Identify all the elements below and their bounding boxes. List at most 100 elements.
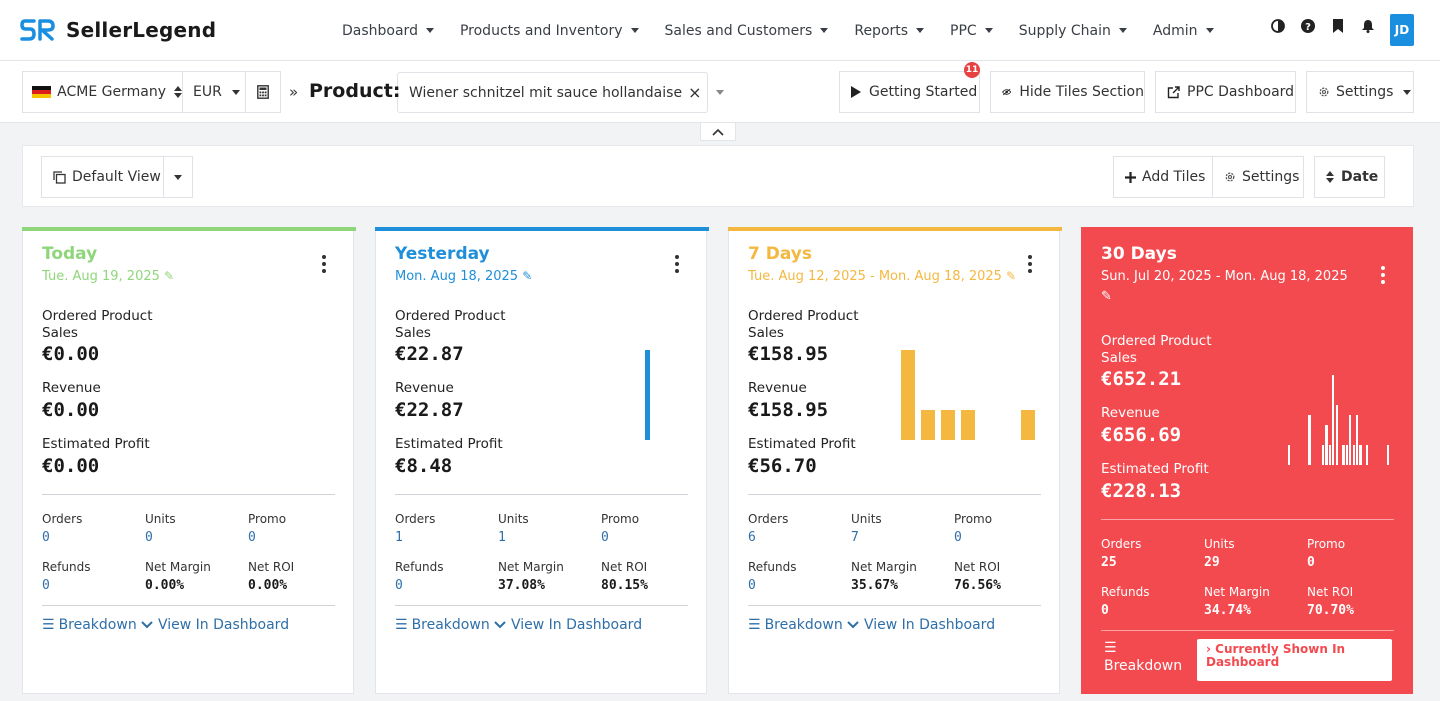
breakdown-link[interactable]: ☰ Breakdown [42, 617, 137, 633]
net-roi-value: 70.70% [1307, 603, 1354, 618]
tile-date[interactable]: Tue. Aug 19, 2025 ✎ [42, 269, 174, 284]
view-in-dashboard-link[interactable]: View In Dashboard [494, 617, 642, 633]
currently-shown-label-2: Dashboard [1206, 655, 1280, 669]
view-selector[interactable]: Default View [41, 156, 164, 198]
units-value: 29 [1204, 555, 1220, 570]
add-tiles-button[interactable]: Add Tiles [1113, 156, 1213, 198]
refunds-value[interactable]: 0 [42, 578, 50, 593]
clear-icon[interactable]: × [688, 83, 701, 102]
net-margin-value: 0.00% [145, 578, 185, 593]
edit-icon[interactable]: ✎ [1101, 289, 1112, 304]
bookmark-icon[interactable] [1330, 18, 1346, 34]
units-label: Units [498, 512, 529, 526]
edit-icon[interactable]: ✎ [1006, 269, 1016, 283]
kebab-menu-icon[interactable] [322, 255, 326, 276]
tiles-settings-label: Settings [1242, 169, 1300, 185]
user-avatar[interactable]: JD [1390, 14, 1414, 46]
caret-down-icon [984, 28, 993, 33]
account-selector[interactable]: ACME Germany [22, 71, 183, 113]
main-menu: Dashboard Products and Inventory Sales a… [342, 0, 1240, 61]
units-label: Units [851, 512, 882, 526]
caret-down-icon [716, 90, 725, 95]
product-selector[interactable]: Wiener schnitzel mit sauce hollandaise × [397, 72, 725, 113]
ordered-sales-label: Ordered Product Sales [748, 308, 859, 341]
account-name: ACME Germany [57, 84, 166, 100]
net-roi-label: Net ROI [601, 560, 648, 574]
calculator-button[interactable] [245, 71, 281, 113]
orders-label: Orders [748, 512, 789, 526]
units-value[interactable]: 0 [145, 530, 153, 545]
menu-products-inventory[interactable]: Products and Inventory [460, 23, 639, 39]
kebab-menu-icon[interactable] [1028, 255, 1032, 276]
promo-value[interactable]: 0 [601, 530, 609, 545]
hide-tiles-button[interactable]: Hide Tiles Section [990, 71, 1145, 113]
currency-selector[interactable]: EUR [182, 71, 246, 113]
units-value[interactable]: 7 [851, 530, 859, 545]
menu-dashboard[interactable]: Dashboard [342, 23, 434, 39]
view-in-dashboard-link[interactable]: View In Dashboard [141, 617, 289, 633]
menu-admin[interactable]: Admin [1153, 23, 1214, 39]
tile-title: Today [42, 244, 98, 264]
breakdown-link[interactable]: ☰ Breakdown [748, 617, 843, 633]
bell-icon[interactable] [1360, 18, 1376, 34]
chevron-down-icon [141, 621, 153, 629]
refunds-value[interactable]: 0 [395, 578, 403, 593]
breakdown-link[interactable]: ☰ Breakdown [395, 617, 490, 633]
list-icon: ☰ [395, 617, 408, 633]
date-sort-button[interactable]: Date [1314, 156, 1385, 198]
profit-label: Estimated Profit [1101, 461, 1209, 477]
kebab-menu-icon[interactable] [1381, 266, 1385, 287]
app-logo[interactable]: SellerLegend [20, 17, 216, 43]
tile-date[interactable]: Sun. Jul 20, 2025 - Mon. Aug 18, 2025 [1101, 269, 1348, 284]
breakdown-link[interactable]: ☰ Breakdown [1104, 640, 1182, 674]
hide-tiles-label: Hide Tiles Section [1019, 84, 1144, 100]
orders-value[interactable]: 0 [42, 530, 50, 545]
promo-value[interactable]: 0 [954, 530, 962, 545]
menu-supply-chain[interactable]: Supply Chain [1019, 23, 1127, 39]
tile-date[interactable]: Tue. Aug 12, 2025 - Mon. Aug 18, 2025 ✎ [748, 269, 1016, 284]
menu-sales-customers[interactable]: Sales and Customers [665, 23, 829, 39]
refunds-value[interactable]: 0 [748, 578, 756, 593]
net-margin-value: 34.74% [1204, 603, 1251, 618]
collapse-header-button[interactable] [700, 123, 736, 141]
promo-label: Promo [1307, 537, 1346, 551]
getting-started-button[interactable]: Getting Started [839, 71, 980, 113]
settings-dropdown[interactable]: Settings [1306, 71, 1414, 113]
net-roi-value: 0.00% [248, 578, 288, 593]
tile-divider [395, 494, 688, 495]
tiles-settings-button[interactable]: Settings [1212, 156, 1304, 198]
view-in-dashboard-link[interactable]: View In Dashboard [847, 617, 995, 633]
kebab-menu-icon[interactable] [675, 255, 679, 276]
product-value: Wiener schnitzel mit sauce hollandaise [409, 84, 683, 101]
menu-ppc[interactable]: PPC [950, 23, 993, 39]
chevron-right-icon: › [1206, 642, 1211, 656]
tile-divider [1101, 519, 1394, 520]
currently-shown-button[interactable]: › Currently Shown In Dashboard [1197, 639, 1392, 681]
contrast-icon[interactable] [1270, 18, 1286, 34]
chevron-down-icon [494, 621, 506, 629]
double-chevron-icon: » [289, 83, 299, 101]
copy-icon [53, 170, 66, 184]
tile-chart-bar [1288, 445, 1291, 465]
tile-accent-bar [728, 227, 1062, 231]
orders-value[interactable]: 6 [748, 530, 756, 545]
tile-chart-bar [901, 350, 915, 440]
orders-value[interactable]: 1 [395, 530, 403, 545]
menu-reports[interactable]: Reports [854, 23, 925, 39]
units-value[interactable]: 1 [498, 530, 506, 545]
profit-label: Estimated Profit [748, 436, 856, 452]
ppc-dashboard-button[interactable]: PPC Dashboard [1155, 71, 1296, 113]
net-margin-value: 37.08% [498, 578, 545, 593]
edit-icon[interactable]: ✎ [522, 269, 532, 283]
promo-value[interactable]: 0 [248, 530, 256, 545]
view-dropdown-toggle[interactable] [163, 156, 193, 198]
help-icon[interactable]: ? [1300, 18, 1316, 34]
caret-down-icon [916, 28, 925, 33]
menu-label: PPC [950, 22, 977, 39]
net-margin-label: Net Margin [851, 560, 917, 574]
gear-icon [1225, 172, 1235, 182]
tile-chart-bar [1345, 445, 1348, 465]
edit-icon[interactable]: ✎ [164, 269, 174, 283]
breakdown-label: Breakdown [764, 617, 843, 633]
tile-date[interactable]: Mon. Aug 18, 2025 ✎ [395, 269, 532, 284]
